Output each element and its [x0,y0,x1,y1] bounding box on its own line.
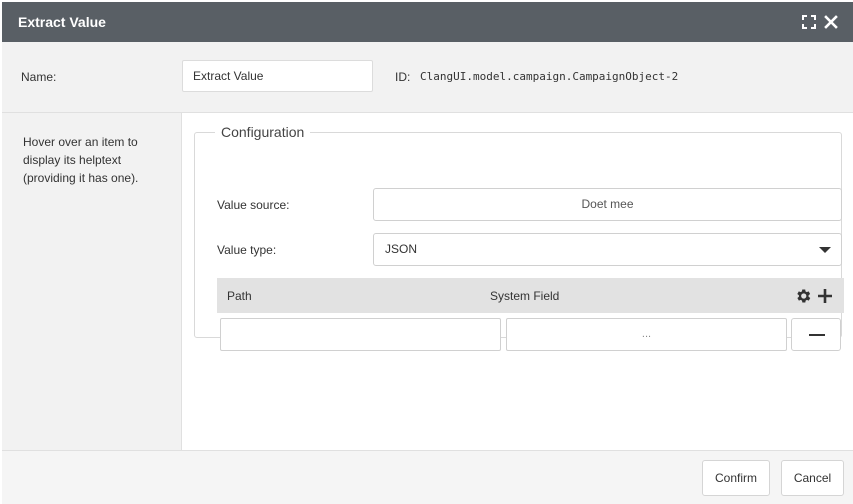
name-bar: Name: Extract Value ID: ClangUI.model.ca… [2,42,853,113]
id-label: ID: [395,70,411,84]
confirm-button[interactable]: Confirm [702,460,770,496]
plus-icon[interactable] [816,287,834,305]
content-panel: Configuration Value source: Doet mee Val… [182,113,853,450]
titlebar-icons [801,14,839,30]
chevron-down-icon [819,247,831,253]
close-icon[interactable] [823,14,839,30]
cancel-button[interactable]: Cancel [781,460,844,496]
dialog-titlebar: Extract Value [2,2,853,42]
extract-value-dialog: Extract Value Name: Extract Value ID: Cl… [2,2,853,504]
configuration-legend: Configuration [221,124,305,140]
name-input[interactable]: Extract Value [182,60,373,92]
value-source-label: Value source: [217,198,290,212]
mapping-table-header: Path System Field [217,278,844,313]
id-value: ClangUI.model.campaign.CampaignObject-2 [420,70,679,83]
configuration-fieldset: Configuration Value source: Doet mee Val… [194,124,844,351]
table-header-actions [794,287,834,305]
column-header-system-field: System Field [490,289,560,303]
value-type-select[interactable]: JSON [373,233,842,266]
system-field-select[interactable]: ... [506,318,787,351]
path-input[interactable] [220,318,501,351]
name-label: Name: [21,70,57,84]
value-source-input[interactable]: Doet mee [373,188,842,221]
dialog-footer: Confirm Cancel [2,450,853,504]
fullscreen-icon[interactable] [801,14,817,30]
value-type-selected: JSON [385,242,418,256]
value-type-label: Value type: [217,243,277,257]
minus-icon [809,334,825,336]
dialog-title: Extract Value [18,14,106,30]
help-panel: Hover over an item to display its helpte… [2,113,182,450]
help-text: Hover over an item to display its helpte… [23,135,139,185]
gear-icon[interactable] [794,287,812,305]
column-header-path: Path [227,289,252,303]
remove-row-button[interactable] [791,318,841,351]
